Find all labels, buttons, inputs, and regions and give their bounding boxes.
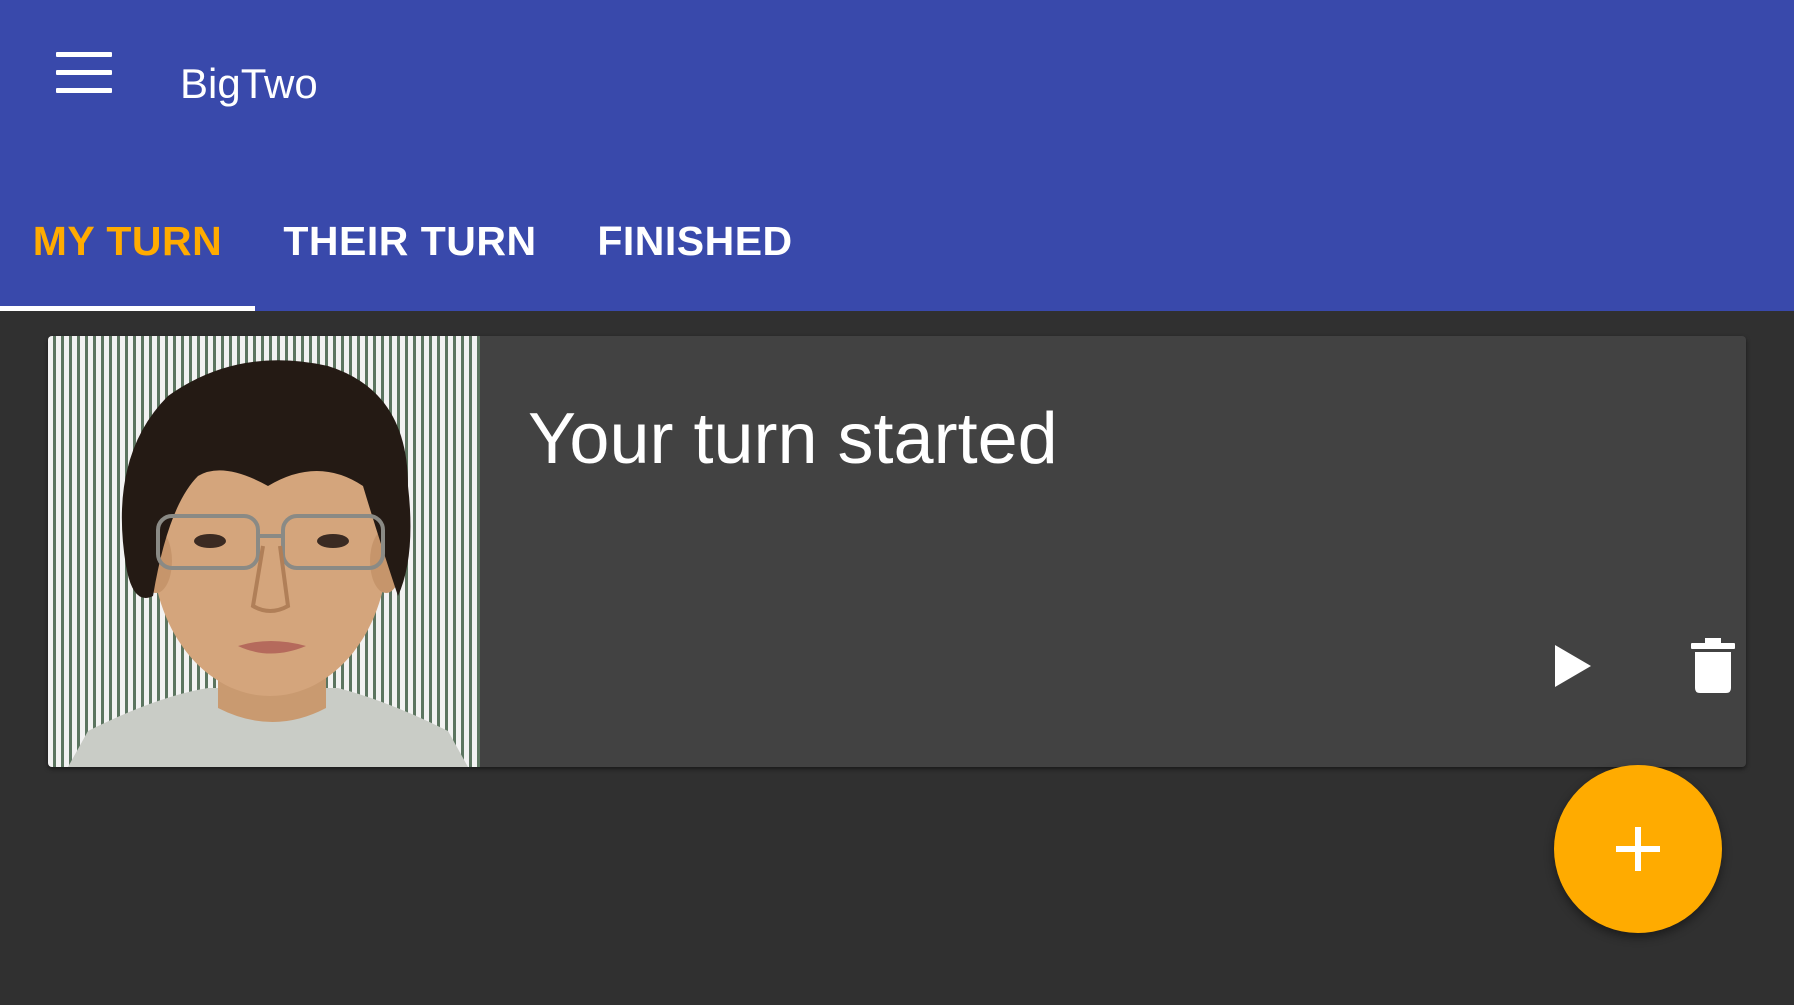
menu-button[interactable]	[40, 36, 128, 108]
app-bar: BigTwo MY TURN THEIR TURN FINISHED	[0, 0, 1794, 311]
avatar	[48, 336, 480, 767]
play-button[interactable]	[1533, 626, 1613, 706]
tab-bar: MY TURN THEIR TURN FINISHED	[0, 190, 1794, 311]
tab-their-turn[interactable]: THEIR TURN	[255, 190, 565, 311]
player-photo	[68, 360, 468, 767]
tab-finished[interactable]: FINISHED	[565, 190, 825, 311]
tab-indicator	[0, 306, 255, 311]
new-game-button[interactable]	[1554, 765, 1722, 933]
tab-my-turn[interactable]: MY TURN	[0, 190, 255, 311]
play-icon	[1555, 645, 1591, 687]
app-title: BigTwo	[180, 60, 318, 107]
delete-icon	[1691, 638, 1735, 693]
tab-label: FINISHED	[597, 218, 793, 264]
tab-label: MY TURN	[32, 218, 223, 264]
tab-label: THEIR TURN	[283, 218, 537, 264]
game-card[interactable]: Your turn started	[48, 336, 1746, 767]
game-status-text: Your turn started	[528, 399, 1058, 479]
delete-button[interactable]	[1673, 626, 1746, 706]
add-icon	[1616, 827, 1660, 871]
